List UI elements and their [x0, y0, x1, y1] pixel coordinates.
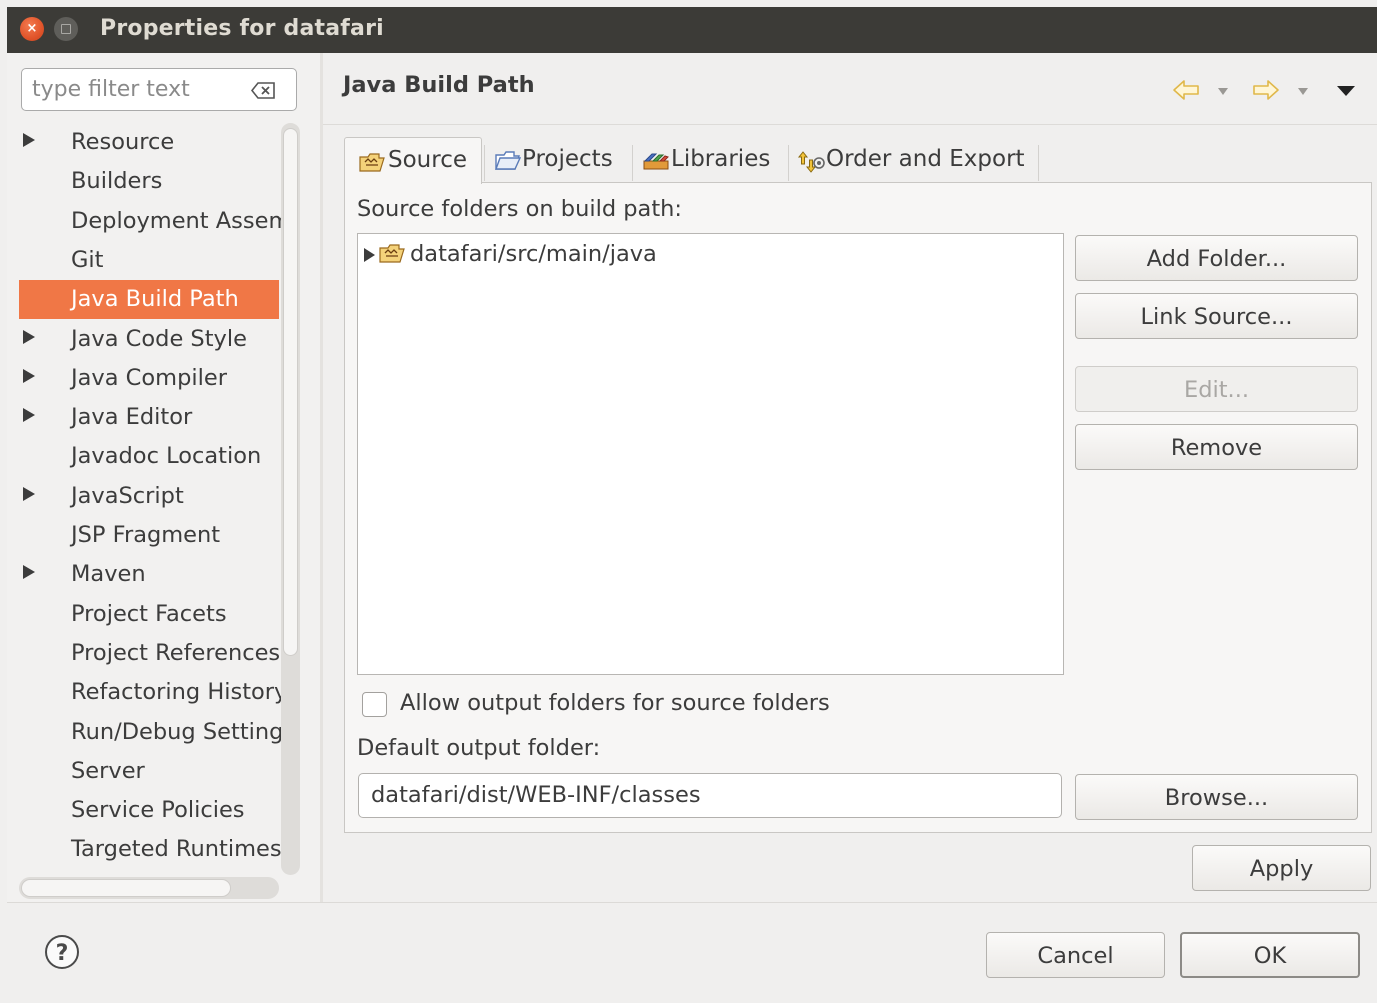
forward-history-dropdown-icon[interactable]	[1298, 88, 1308, 95]
close-window-button[interactable]: ×	[20, 17, 44, 41]
tree-item-label: Java Code Style	[71, 325, 247, 352]
back-arrow-icon[interactable]	[1172, 79, 1200, 101]
tree-item-targeted-runtimes[interactable]: Targeted Runtimes	[19, 830, 281, 869]
default-output-folder-label: Default output folder:	[357, 735, 601, 761]
page-title: Java Build Path	[343, 72, 535, 98]
expand-arrow-icon[interactable]	[23, 408, 35, 423]
tree-item-label: JavaScript	[71, 482, 184, 509]
tree-item-service-policies[interactable]: Service Policies	[19, 791, 279, 830]
order-export-icon	[797, 151, 825, 173]
libraries-icon	[643, 153, 669, 170]
tree-item-label: Git	[71, 246, 104, 273]
tree-item-label: Server	[71, 757, 145, 784]
header-separator	[323, 124, 1377, 125]
clear-filter-icon[interactable]	[251, 82, 275, 99]
browse-button[interactable]: Browse...	[1075, 774, 1358, 820]
tree-item-label: Run/Debug Settings	[71, 718, 281, 745]
tree-item-label: Java Editor	[71, 404, 193, 431]
tree-item-label: Java Build Path	[71, 286, 239, 313]
tree-item-project-facets[interactable]: Project Facets	[19, 595, 279, 634]
expand-arrow-icon[interactable]	[364, 248, 375, 262]
projects-folder-icon	[495, 151, 521, 170]
pane-splitter[interactable]	[320, 53, 323, 902]
source-folders-label: Source folders on build path:	[357, 196, 683, 222]
tab-libraries[interactable]: Libraries	[633, 137, 787, 183]
link-source-button[interactable]: Link Source...	[1075, 293, 1358, 339]
default-output-folder-field[interactable]: datafari/dist/WEB-INF/classes	[358, 773, 1062, 818]
remove-button[interactable]: Remove	[1075, 424, 1358, 470]
tab-separator	[1038, 145, 1039, 181]
source-folder-icon	[359, 153, 385, 172]
cancel-button[interactable]: Cancel	[986, 932, 1165, 978]
view-menu-icon[interactable]	[1337, 86, 1355, 96]
window-title: Properties for datafari	[100, 16, 384, 41]
minimize-window-button[interactable]	[54, 17, 78, 41]
tree-item-maven[interactable]: Maven	[19, 555, 279, 594]
tree-item-java-compiler[interactable]: Java Compiler	[19, 359, 279, 398]
tree-item-java-code-style[interactable]: Java Code Style	[19, 320, 279, 359]
tree-item-builders[interactable]: Builders	[19, 162, 279, 201]
tree-item-label: Builders	[71, 168, 163, 195]
tree-item-label: JSP Fragment	[71, 522, 221, 548]
tree-item-javascript[interactable]: JavaScript	[19, 477, 279, 516]
tree-item-git[interactable]: Git	[19, 241, 279, 280]
tree-item-java-editor[interactable]: Java Editor	[19, 398, 279, 437]
tree-item-label: Refactoring History	[71, 679, 281, 706]
filter-input[interactable]	[32, 77, 242, 101]
allow-output-folders-label[interactable]: Allow output folders for source folders	[400, 690, 830, 716]
tree-item-label: Deployment Assembly	[71, 207, 281, 234]
apply-button[interactable]: Apply	[1192, 845, 1371, 891]
tab-order-and-export-label: Order and Export	[826, 146, 1025, 172]
tree-horizontal-scroll-thumb[interactable]	[21, 879, 231, 897]
allow-output-folders-checkbox[interactable]	[362, 692, 387, 717]
tree-vertical-scroll-thumb[interactable]	[283, 128, 298, 656]
tree-item-jsp-fragment[interactable]: JSP Fragment	[19, 516, 279, 555]
tree-item-label: Maven	[71, 561, 146, 588]
source-folder-path: datafari/src/main/java	[410, 241, 657, 267]
tab-order-and-export[interactable]: Order and Export	[789, 137, 1038, 183]
close-icon: ×	[26, 21, 38, 36]
help-icon[interactable]: ?	[44, 934, 80, 970]
filter-field	[21, 68, 297, 111]
tree-item-label: Service Policies	[71, 797, 245, 824]
expand-arrow-icon[interactable]	[23, 565, 35, 580]
expand-arrow-icon[interactable]	[23, 486, 35, 501]
expand-arrow-icon[interactable]	[23, 133, 35, 147]
tree-item-label: Project References	[71, 639, 281, 666]
tree-item-label: Java Compiler	[71, 364, 227, 391]
tree-item-run-debug-settings[interactable]: Run/Debug Settings	[19, 713, 281, 752]
tree-item-server[interactable]: Server	[19, 752, 279, 791]
default-output-folder-value: datafari/dist/WEB-INF/classes	[371, 782, 701, 808]
tab-source-label: Source	[388, 147, 467, 173]
tree-item-label: Resource	[71, 129, 175, 155]
tree-item-refactoring-history[interactable]: Refactoring History	[19, 673, 281, 712]
back-history-dropdown-icon[interactable]	[1218, 88, 1228, 95]
tab-libraries-label: Libraries	[671, 146, 771, 172]
source-folders-list[interactable]: datafari/src/main/java	[357, 233, 1064, 675]
property-page-tree: Resource Builders Deployment Assembly Git Ja…	[19, 123, 281, 870]
tree-item-project-references[interactable]: Project References	[19, 634, 281, 673]
tree-item-javadoc-location[interactable]: Javadoc Location	[19, 437, 279, 476]
add-folder-button[interactable]: Add Folder...	[1075, 235, 1358, 281]
dialog-footer	[7, 903, 1377, 1003]
expand-arrow-icon[interactable]	[23, 329, 35, 344]
tab-projects[interactable]: Projects	[485, 137, 631, 183]
tree-item-label: Javadoc Location	[71, 443, 262, 470]
tree-item-deployment-assembly[interactable]: Deployment Assembly	[19, 202, 281, 241]
tab-projects-label: Projects	[522, 146, 613, 172]
edit-button[interactable]: Edit...	[1075, 366, 1358, 412]
help-glyph: ?	[56, 941, 69, 966]
tab-source[interactable]: Source	[344, 137, 482, 184]
ok-button[interactable]: OK	[1180, 932, 1360, 978]
tree-item-resource[interactable]: Resource	[19, 123, 279, 162]
tree-item-label: Targeted Runtimes	[71, 836, 281, 863]
forward-arrow-icon[interactable]	[1252, 79, 1280, 101]
source-folder-icon	[379, 244, 405, 263]
tree-item-java-build-path[interactable]: Java Build Path	[19, 280, 279, 320]
expand-arrow-icon[interactable]	[23, 368, 35, 383]
tree-item-label: Project Facets	[71, 600, 227, 627]
